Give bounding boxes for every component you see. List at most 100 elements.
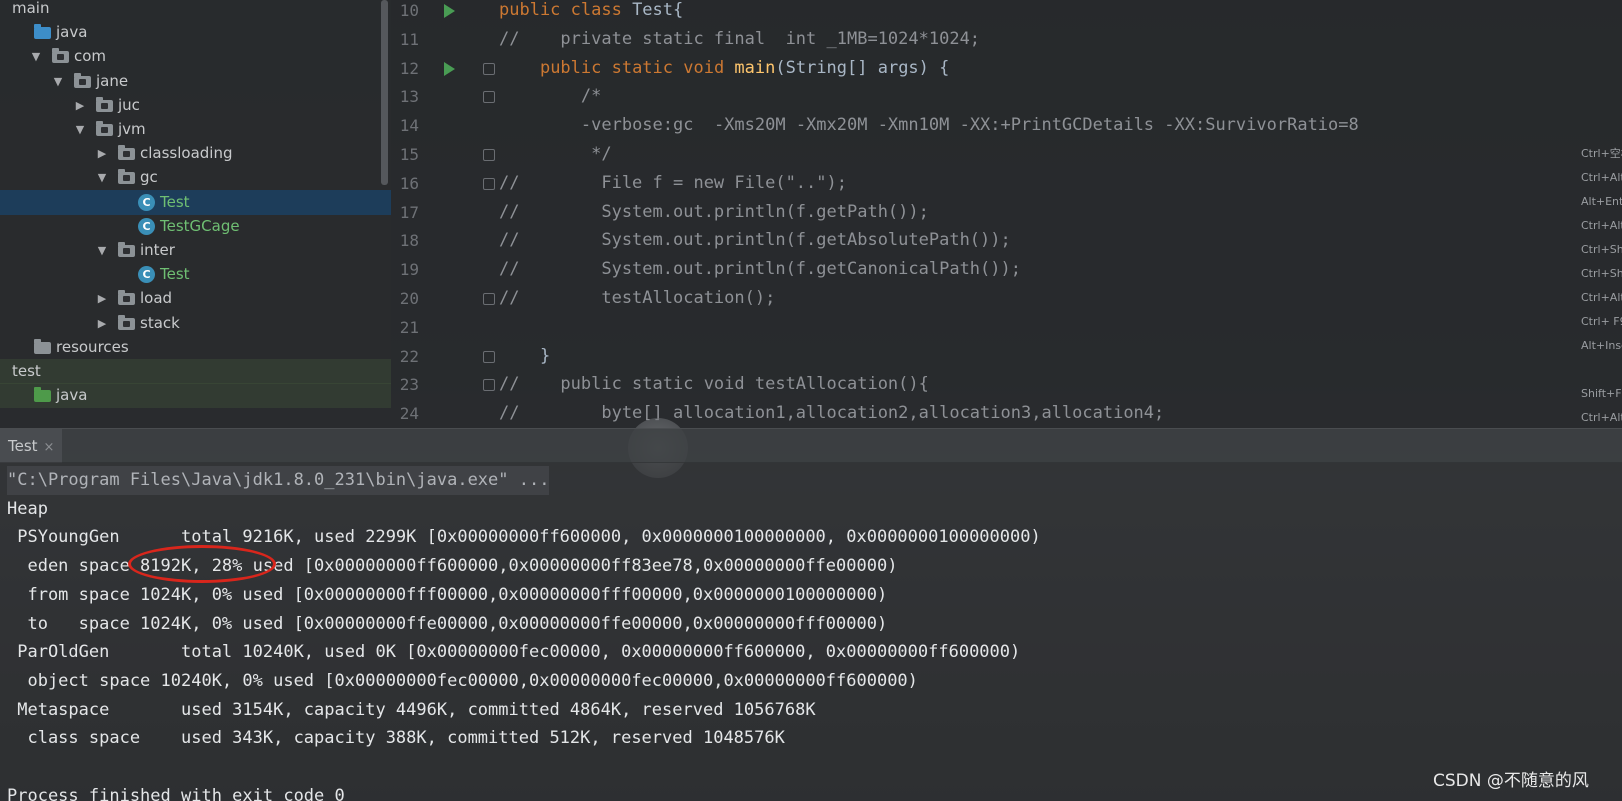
tree-item-gc[interactable]: ▼ gc	[0, 165, 391, 190]
code-line[interactable]: 15 */	[391, 140, 1622, 169]
fold-marker-icon[interactable]	[483, 379, 495, 392]
line-number: 24	[399, 404, 419, 424]
fold-marker-icon[interactable]	[483, 177, 495, 190]
tree-item-label: juc	[118, 95, 140, 114]
shortcut-hint: Ctrl+Alt+I 自动缩进	[1581, 411, 1622, 424]
tree-item-testgcage[interactable]: C TestGCage	[0, 214, 391, 239]
line-number: 13	[399, 87, 419, 107]
chevron-right-icon[interactable]: ▶	[96, 141, 108, 166]
fold-marker-icon[interactable]	[483, 293, 495, 305]
code-line[interactable]: 24 // byte[] allocation1,allocation2,allo…	[391, 399, 1622, 428]
fold-marker-icon[interactable]	[483, 149, 495, 161]
shortcut-hint: Alt+Insert 生成(Get,Set方法,构造函数等)	[1581, 339, 1622, 352]
chevron-down-icon[interactable]: ▼	[96, 238, 108, 263]
code-line[interactable]: 22 }	[391, 342, 1622, 371]
code-line[interactable]: 12 public static void main(String[] args…	[391, 54, 1622, 83]
tree-item-label: gc	[140, 168, 158, 187]
shortcut-hint	[1581, 358, 1622, 382]
tree-item-test[interactable]: test	[0, 359, 391, 384]
tree-item-juc[interactable]: ▶ juc	[0, 93, 391, 118]
fold-marker-icon[interactable]	[483, 62, 495, 75]
folder-icon	[34, 24, 51, 40]
line-number: 17	[399, 202, 419, 222]
chevron-right-icon[interactable]: ▶	[96, 311, 108, 336]
code-line[interactable]: 23 // public static void testAllocation()…	[391, 370, 1622, 399]
chevron-down-icon[interactable]: ▼	[96, 165, 108, 190]
console-line: class space used 343K, capacity 388K, co…	[7, 728, 785, 749]
line-number: 21	[399, 317, 419, 337]
shortcut-hint: Shift+F6 重构-重命名	[1581, 387, 1622, 400]
run-tab-test[interactable]: Test ×	[0, 429, 63, 463]
console-line: ParOldGen total 10240K, used 0K [0x00000…	[7, 642, 1021, 663]
line-number: 18	[399, 231, 419, 251]
run-gutter-icon[interactable]	[444, 61, 455, 76]
line-number: 19	[399, 260, 419, 280]
tree-item-label: classloading	[140, 144, 233, 163]
chevron-right-icon[interactable]: ▶	[96, 286, 108, 311]
fold-marker-icon[interactable]	[483, 350, 495, 363]
tree-item-test[interactable]: C Test	[0, 189, 391, 215]
code-text: // public static void testAllocation(){	[499, 374, 929, 395]
run-gutter-icon[interactable]	[444, 4, 455, 18]
line-number: 22	[399, 346, 419, 366]
console-line: object space 10240K, 0% used [0x00000000…	[7, 670, 918, 691]
code-line[interactable]: 21	[391, 313, 1622, 342]
code-text: -verbose:gc -Xms20M -Xmx20M -Xmn10M -XX:…	[580, 115, 1359, 136]
tree-item-java[interactable]: java	[0, 383, 391, 409]
tree-item-label: Test	[160, 265, 190, 284]
console-line: Process finished with exit code 0	[7, 785, 345, 801]
chevron-down-icon[interactable]: ▼	[52, 69, 64, 94]
fold-marker-icon[interactable]	[483, 91, 495, 104]
line-number: 20	[399, 289, 419, 308]
code-line[interactable]: 20 // testAllocation();	[391, 284, 1622, 313]
code-text: // byte[] allocation1,allocation2,alloca…	[499, 403, 1165, 424]
tree-item-label: java	[56, 23, 88, 42]
tree-item-test[interactable]: C Test	[0, 262, 391, 287]
chevron-right-icon[interactable]: ▶	[74, 93, 86, 118]
red-highlight-ellipse	[128, 545, 276, 583]
tree-item-java[interactable]: java	[0, 20, 391, 45]
java-class-icon: C	[138, 266, 155, 284]
close-icon[interactable]: ×	[44, 440, 55, 455]
tree-item-classloading[interactable]: ▶ classloading	[0, 141, 391, 166]
shortcut-hint: Ctrl+Alt+O 优化导入的类和包	[1581, 219, 1622, 232]
chevron-down-icon[interactable]: ▼	[30, 44, 42, 69]
folder-icon	[34, 338, 51, 354]
tree-item-resources[interactable]: resources	[0, 335, 391, 360]
line-number: 12	[399, 58, 419, 78]
tree-item-com[interactable]: ▼ com	[0, 44, 391, 69]
console-line: to space 1024K, 0% used [0x00000000ffe00…	[7, 613, 888, 634]
code-line[interactable]: 17 // System.out.println(f.getPath());	[391, 198, 1622, 227]
code-editor[interactable]: 10 public class Test{11 // private static …	[391, 0, 1622, 428]
tree-item-label: Test	[160, 192, 190, 211]
package-icon	[118, 314, 135, 330]
tree-item-load[interactable]: ▶ load	[0, 286, 391, 311]
tree-item-stack[interactable]: ▶ stack	[0, 311, 391, 336]
line-number: 23	[399, 375, 419, 395]
code-text: // System.out.println(f.getCanonicalPath…	[499, 259, 1021, 280]
code-line[interactable]: 19 // System.out.println(f.getCanonicalPa…	[391, 255, 1622, 284]
watermark: CSDN @不随意的风	[1433, 771, 1589, 791]
run-console-output[interactable]: "C:\Program Files\Java\jdk1.8.0_231\bin\…	[0, 462, 1622, 801]
code-text: // testAllocation();	[499, 288, 776, 308]
package-icon	[52, 48, 69, 64]
shortcut-hint: Alt+Enter 导入包,自动修正	[1581, 195, 1622, 208]
tree-item-inter[interactable]: ▼ inter	[0, 238, 391, 263]
package-icon	[118, 145, 135, 161]
code-line[interactable]: 16 // File f = new File("..");	[391, 169, 1622, 198]
code-line[interactable]: 10 public class Test{	[391, 0, 1622, 25]
line-number: 15	[399, 145, 419, 164]
code-line[interactable]: 18 // System.out.println(f.getAbsolutePat…	[391, 226, 1622, 255]
package-icon	[118, 242, 135, 257]
tree-item-main[interactable]: main	[0, 0, 391, 21]
code-line[interactable]: 13 /*	[391, 82, 1622, 111]
project-tree: main java ▼ com ▼ jane ▶ juc ▼ jvm ▶ classloading ▼ g…	[0, 0, 391, 428]
code-line[interactable]: 14 -verbose:gc -Xms20M -Xmx20M -Xmn10M -…	[391, 111, 1622, 140]
tree-item-label: main	[12, 0, 50, 17]
tree-scrollbar[interactable]	[381, 0, 388, 185]
code-line[interactable]: 11 // private static final int _1MB=1024*…	[391, 25, 1622, 54]
tree-item-jane[interactable]: ▼ jane	[0, 69, 391, 94]
console-line: Heap	[7, 498, 48, 519]
chevron-down-icon[interactable]: ▼	[74, 117, 86, 142]
tree-item-jvm[interactable]: ▼ jvm	[0, 117, 391, 142]
